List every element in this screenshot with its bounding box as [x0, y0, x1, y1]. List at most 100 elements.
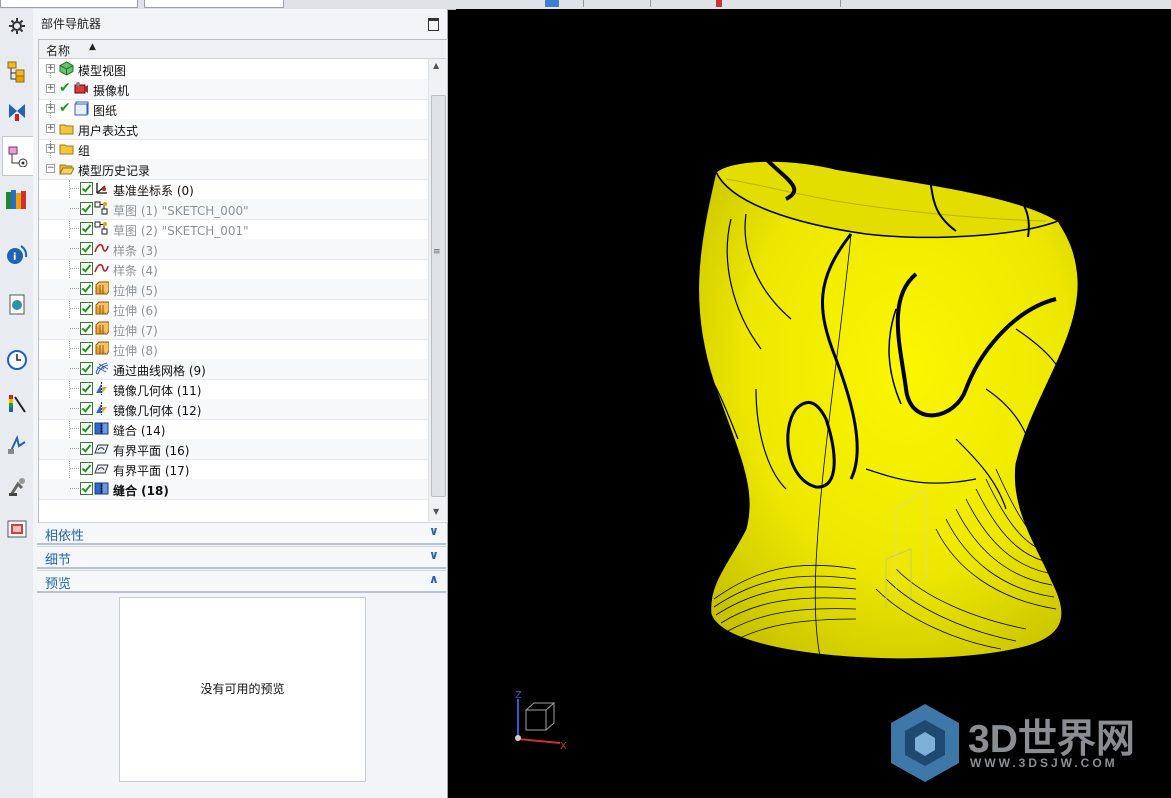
expand-icon[interactable]: + — [46, 104, 55, 113]
expand-icon[interactable]: + — [46, 144, 55, 153]
toolbar-button[interactable] — [650, 0, 665, 7]
maximize-icon[interactable] — [428, 18, 439, 31]
tree-row-label: 拉伸 (5) — [113, 284, 158, 298]
sew-icon — [94, 421, 109, 436]
reuse-library-icon[interactable] — [4, 186, 29, 211]
manufacturing-wizard-icon[interactable] — [4, 474, 29, 499]
tree-row[interactable]: 草图 (1) "SKETCH_000" — [39, 199, 428, 220]
assembly-navigator-icon[interactable] — [4, 59, 29, 84]
feature-visibility-checkbox[interactable] — [80, 222, 93, 235]
tree-row[interactable]: 镜像几何体 (12) — [39, 399, 428, 420]
expand-icon[interactable]: + — [46, 124, 55, 133]
scroll-thumb[interactable] — [431, 95, 446, 497]
feature-visibility-checkbox[interactable] — [80, 382, 93, 395]
toolbar-button[interactable] — [716, 0, 722, 7]
tree-row[interactable]: 草图 (2) "SKETCH_001" — [39, 219, 428, 240]
gear-icon[interactable] — [4, 13, 29, 38]
tree-row[interactable]: 拉伸 (7) — [39, 319, 428, 340]
feature-visibility-checkbox[interactable] — [80, 482, 93, 495]
feature-visibility-checkbox[interactable] — [80, 282, 93, 295]
tree-guide-line — [70, 428, 79, 429]
tree-row-label: 图纸 — [93, 104, 118, 118]
part-navigator-icon[interactable] — [2, 136, 33, 176]
constraint-navigator-icon[interactable] — [4, 99, 29, 124]
preview-section-header[interactable]: 预览 ∧ — [37, 570, 446, 593]
tree-row-label: 通过曲线网格 (9) — [113, 364, 206, 378]
expand-icon[interactable]: + — [46, 84, 55, 93]
feature-visibility-checkbox[interactable] — [80, 422, 93, 435]
vase-model[interactable] — [698, 157, 1079, 662]
role-icon[interactable] — [4, 516, 29, 541]
sew-icon — [94, 481, 109, 496]
toolbar-button[interactable] — [840, 0, 855, 7]
feature-visibility-checkbox[interactable] — [80, 462, 93, 475]
tree-row[interactable]: + 组 — [39, 139, 428, 160]
graphics-window[interactable]: Z X — [456, 9, 1171, 798]
tree-row[interactable]: + ✔ 图纸 — [39, 99, 428, 120]
feature-visibility-checkbox[interactable] — [80, 342, 93, 355]
camera-icon — [74, 81, 89, 96]
tree-row[interactable]: 有界平面 (16) — [39, 439, 428, 460]
scroll-up-icon[interactable]: ▲ — [433, 61, 439, 70]
column-header[interactable]: 名称 ▲ — [39, 40, 446, 59]
tree-guide-line — [70, 188, 79, 189]
feature-visibility-checkbox[interactable] — [80, 302, 93, 315]
tree-row[interactable]: 缝合 (14) — [39, 419, 428, 440]
tree-row[interactable]: + ✔ 摄像机 — [39, 79, 428, 100]
feature-visibility-checkbox[interactable] — [80, 362, 93, 375]
web-browser-icon[interactable] — [4, 292, 29, 317]
tree-row[interactable]: 样条 (4) — [39, 259, 428, 280]
tree-row[interactable]: 缝合 (18) — [39, 479, 428, 500]
feature-visibility-checkbox[interactable] — [80, 202, 93, 215]
tree-row-label: 组 — [78, 144, 91, 158]
chevron-down-icon[interactable]: ∨ — [429, 524, 439, 538]
tree-row[interactable]: 有界平面 (17) — [39, 459, 428, 480]
vertical-scrollbar[interactable]: ▲ ≡ ▼ — [428, 59, 447, 521]
extrude-icon — [94, 301, 110, 316]
sort-ascending-icon[interactable]: ▲ — [89, 42, 96, 52]
tree-row[interactable]: + 用户表达式 — [39, 119, 428, 140]
view-triad[interactable]: Z X — [515, 690, 567, 752]
tree-guide-line — [70, 328, 79, 329]
tree-row[interactable]: 通过曲线网格 (9) — [39, 359, 428, 380]
feature-visibility-checkbox[interactable] — [80, 402, 93, 415]
scroll-grip-icon: ≡ — [433, 247, 441, 257]
navigator-tree[interactable]: 名称 ▲ + 模型视图 + ✔ 摄像机 + ✔ 图纸 + 用户表达式 + 组 − 模型历史记录 基准坐标系 … — [38, 39, 448, 523]
tree-row[interactable]: − 模型历史记录 — [39, 159, 428, 180]
feature-visibility-checkbox[interactable] — [80, 262, 93, 275]
selection-filter-dropdown[interactable] — [0, 0, 138, 8]
tree-row-label: 草图 (1) "SKETCH_000" — [113, 204, 249, 218]
feature-visibility-checkbox[interactable] — [80, 182, 93, 195]
toolbar-button-active[interactable] — [545, 0, 559, 7]
visibility-check-icon[interactable]: ✔ — [59, 100, 71, 116]
toolbar-button[interactable] — [583, 0, 598, 7]
process-studio-icon[interactable] — [4, 432, 29, 457]
scroll-down-icon[interactable]: ▼ — [433, 507, 439, 516]
collapse-icon[interactable]: − — [46, 164, 55, 173]
tree-row[interactable]: 拉伸 (6) — [39, 299, 428, 320]
system-materials-icon[interactable] — [4, 391, 29, 416]
hd3d-tools-icon[interactable]: i — [4, 242, 29, 267]
history-icon[interactable] — [4, 347, 29, 372]
visibility-check-icon[interactable]: ✔ — [59, 80, 71, 96]
chevron-up-icon[interactable]: ∧ — [429, 572, 439, 586]
chevron-down-icon[interactable]: ∨ — [429, 548, 439, 562]
feature-visibility-checkbox[interactable] — [80, 242, 93, 255]
details-section-header[interactable]: 细节 ∨ — [37, 546, 446, 569]
feature-visibility-checkbox[interactable] — [80, 322, 93, 335]
tree-row[interactable]: + 模型视图 — [39, 59, 428, 80]
tree-row[interactable]: 样条 (3) — [39, 239, 428, 260]
tree-row[interactable]: 基准坐标系 (0) — [39, 179, 428, 200]
tree-guide-line — [70, 268, 79, 269]
tree-row[interactable]: 镜像几何体 (11) — [39, 379, 428, 400]
selection-scope-dropdown[interactable] — [144, 0, 284, 8]
part-navigator-panel: 部件导航器 名称 ▲ + 模型视图 + ✔ 摄像机 + ✔ 图纸 + 用户表达式 + 组 − 模型历史记录… — [33, 9, 448, 798]
tree-row-label: 样条 (4) — [113, 264, 158, 278]
expand-icon[interactable]: + — [46, 64, 55, 73]
tree-row[interactable]: 拉伸 (8) — [39, 339, 428, 360]
feature-visibility-checkbox[interactable] — [80, 442, 93, 455]
tree-row-label: 拉伸 (7) — [113, 324, 158, 338]
model-view[interactable]: Z X — [456, 9, 1171, 798]
dependencies-section-header[interactable]: 相依性 ∨ — [37, 522, 446, 545]
tree-row[interactable]: 拉伸 (5) — [39, 279, 428, 300]
